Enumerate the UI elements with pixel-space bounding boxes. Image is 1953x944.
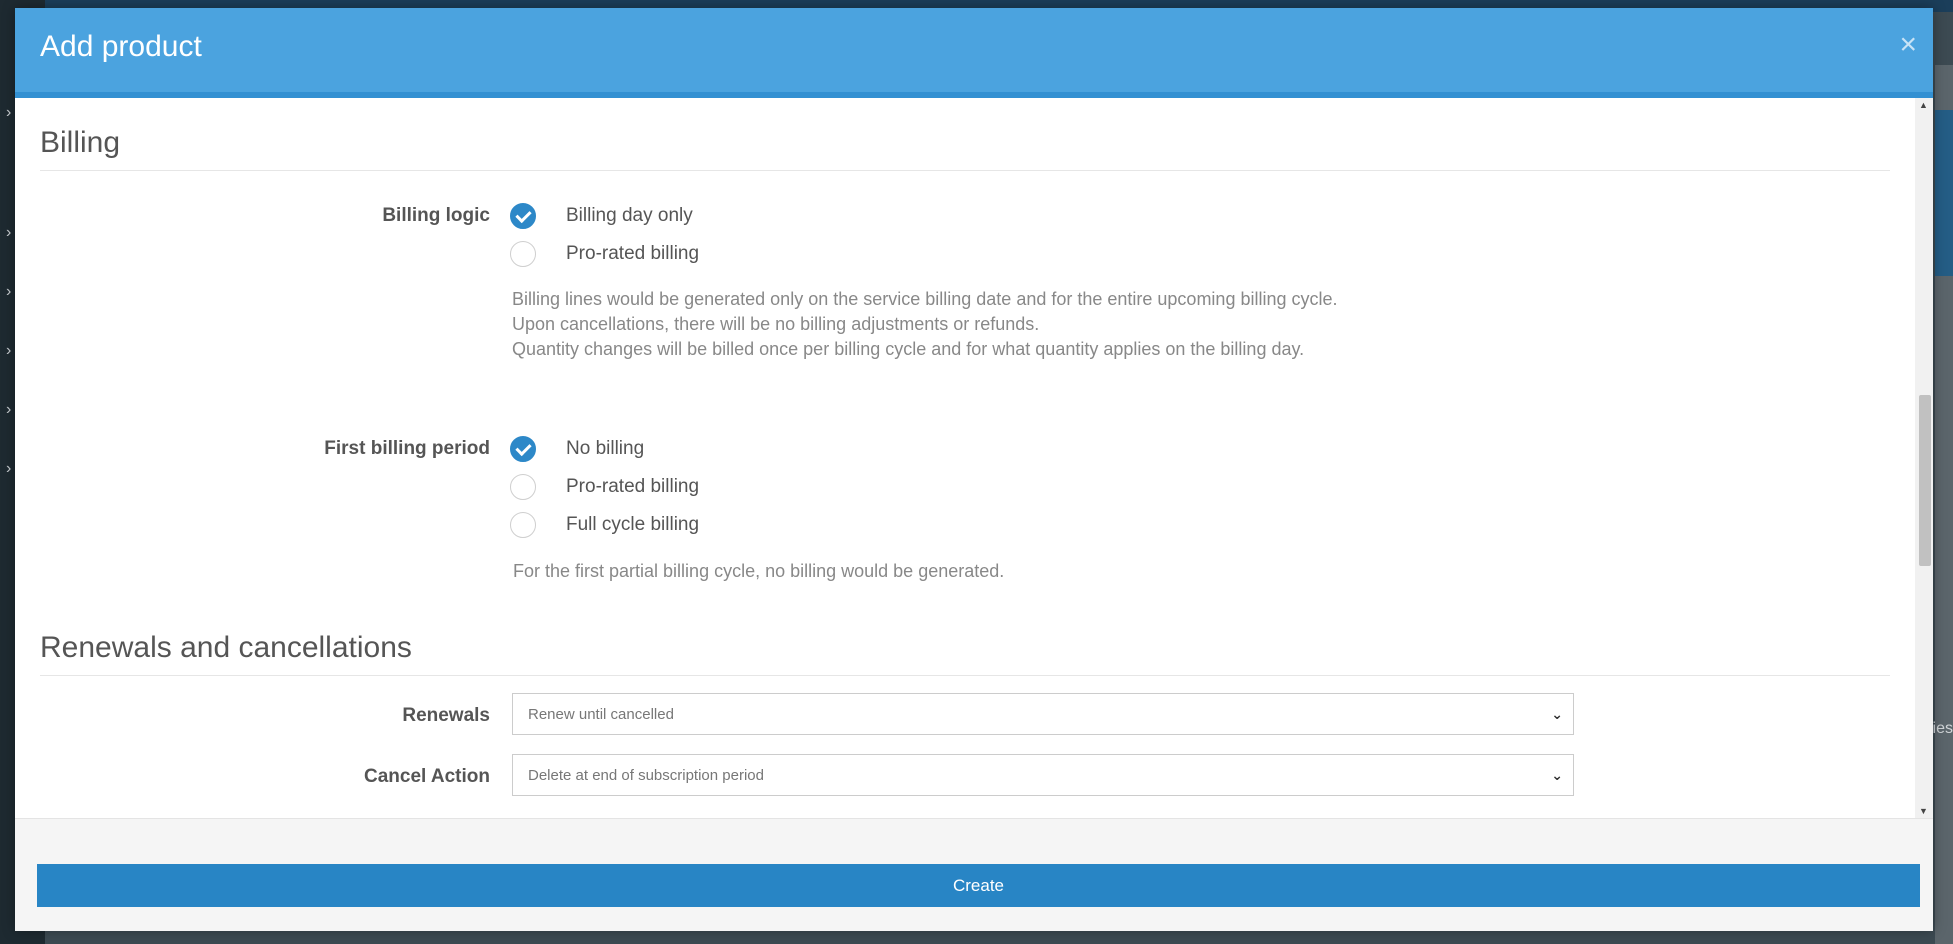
radio-label: Pro-rated billing [566,476,700,497]
help-line: Quantity changes will be billed once per… [512,339,1305,359]
radio-label: Pro-rated billing [566,243,700,264]
scroll-down-icon[interactable]: ▼ [1919,806,1928,816]
cancel-action-label: Cancel Action [364,766,490,787]
radio-label: Full cycle billing [566,514,700,535]
modal-title: Add product [40,30,202,63]
chevron-right-icon: › [6,283,12,300]
chevron-down-icon: ⌄ [1551,706,1563,722]
section-divider [40,170,1890,171]
chevron-right-icon: › [6,104,12,121]
radio-billing-day-only[interactable]: Billing day only [510,201,693,231]
modal-body[interactable]: Billing Billing logic Billing day only P… [15,98,1933,818]
first-billing-period-label: First billing period [324,438,490,459]
radio-checked-icon[interactable] [510,203,536,229]
help-line: Upon cancellations, there will be no bil… [512,314,1040,334]
section-divider [40,675,1890,676]
help-line: Billing lines would be generated only on… [512,289,1338,309]
create-button[interactable]: Create [37,864,1920,907]
chevron-right-icon: › [6,401,12,418]
billing-logic-label: Billing logic [382,205,490,226]
radio-checked-icon[interactable] [510,436,536,462]
chevron-right-icon: › [6,460,12,477]
radio-label: Billing day only [566,205,693,226]
chevron-down-icon: ⌄ [1551,767,1563,783]
scrollbar-thumb[interactable] [1919,395,1931,566]
radio-no-billing[interactable]: No billing [510,434,644,464]
chevron-right-icon: › [6,224,12,241]
scroll-up-icon[interactable]: ▲ [1919,100,1928,110]
billing-logic-help: Billing lines would be generated only on… [512,287,1338,362]
section-title-renewals: Renewals and cancellations [40,631,412,664]
radio-full-cycle-billing[interactable]: Full cycle billing [510,510,699,540]
close-icon[interactable]: × [1899,30,1917,60]
radio-unchecked-icon[interactable] [510,512,536,538]
renewals-label: Renewals [402,705,490,726]
radio-pro-rated-billing[interactable]: Pro-rated billing [510,239,699,269]
first-billing-period-help: For the first partial billing cycle, no … [513,561,1005,581]
radio-label: No billing [566,438,645,459]
renewals-select[interactable]: Renew until cancelled ⌄ [512,693,1574,735]
background-right-highlight [1935,110,1953,276]
cancel-action-select[interactable]: Delete at end of subscription period ⌄ [512,754,1574,796]
radio-unchecked-icon[interactable] [510,241,536,267]
modal-scrollbar[interactable]: ▲ ▼ [1915,98,1933,818]
renewals-select-value: Renew until cancelled [528,706,674,723]
background-partial-text: ies [1932,720,1953,737]
cancel-action-select-value: Delete at end of subscription period [528,767,764,784]
modal-footer: Create [15,818,1933,931]
section-title-billing: Billing [40,126,121,159]
chevron-right-icon: › [6,342,12,359]
radio-unchecked-icon[interactable] [510,474,536,500]
modal-header: Add product × [15,8,1933,98]
add-product-modal: Add product × Billing Billing logic Bill… [15,8,1933,931]
radio-first-pro-rated-billing[interactable]: Pro-rated billing [510,472,699,502]
